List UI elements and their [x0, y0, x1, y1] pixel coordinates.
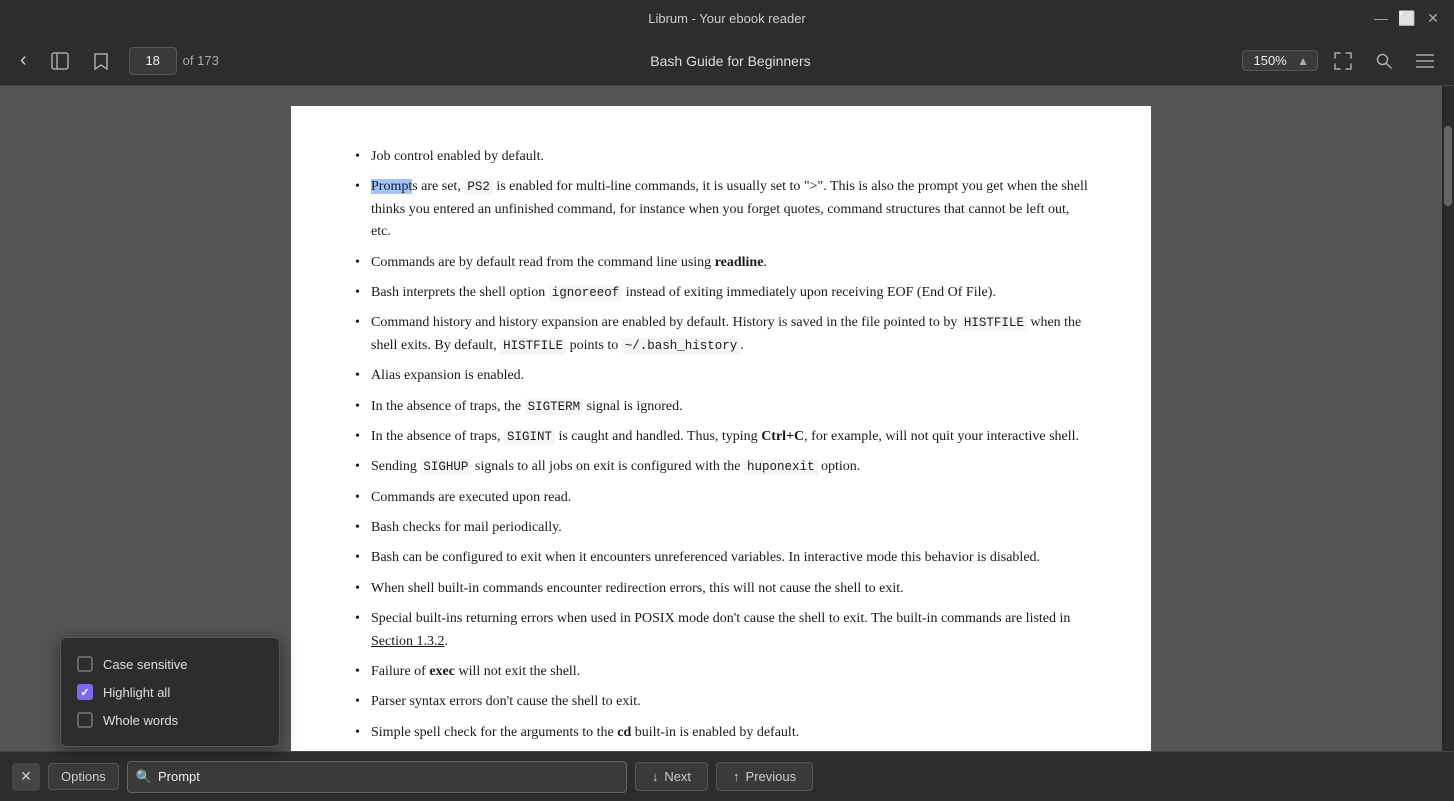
next-label: Next [664, 769, 691, 784]
sidebar-toggle-button[interactable] [43, 46, 77, 76]
bookmark-button[interactable] [85, 46, 117, 76]
case-sensitive-label: Case sensitive [103, 657, 188, 672]
menu-button[interactable] [1408, 48, 1442, 74]
window-controls: — ⬜ ✕ [1372, 9, 1442, 27]
search-icon [1376, 53, 1392, 69]
list-item: Failure of exec will not exit the shell. [351, 661, 1091, 683]
list-item: Sending SIGHUP signals to all jobs on ex… [351, 456, 1091, 478]
list-item: Bash can be configured to exit when it e… [351, 547, 1091, 569]
highlight-all-label: Highlight all [103, 685, 170, 700]
page-content: Job control enabled by default. Prompts … [291, 106, 1151, 751]
list-item: Special built-ins returning errors when … [351, 608, 1091, 653]
zoom-level: 150% [1249, 53, 1291, 68]
prev-result-button[interactable]: ↑ Previous [716, 762, 813, 791]
list-item: Job control enabled by default. [351, 146, 1091, 168]
content-list: Job control enabled by default. Prompts … [351, 146, 1091, 751]
search-input[interactable] [158, 769, 618, 784]
list-item: Bash interprets the shell option ignoree… [351, 282, 1091, 304]
list-item: Bash checks for mail periodically. [351, 517, 1091, 539]
whole-words-checkbox[interactable] [77, 712, 93, 728]
fullscreen-button[interactable] [1326, 46, 1360, 76]
highlight-all-option: Highlight all [77, 678, 263, 706]
list-item: When shell built-in commands encounter r… [351, 578, 1091, 600]
prev-icon: ↑ [733, 769, 740, 784]
search-button[interactable] [1368, 47, 1400, 75]
minimize-button[interactable]: — [1372, 9, 1390, 27]
list-item: Prompts are set, PS2 is enabled for mult… [351, 176, 1091, 243]
list-item: In the absence of traps, SIGINT is caugh… [351, 426, 1091, 448]
close-button[interactable]: ✕ [1424, 9, 1442, 27]
prev-label: Previous [746, 769, 797, 784]
page-number-input[interactable]: 18 [129, 47, 177, 75]
case-sensitive-option: Case sensitive [77, 650, 263, 678]
search-bar: ✕ Options 🔍 ↓ Next ↑ Previous [0, 751, 1454, 801]
search-options-button[interactable]: Options [48, 763, 119, 790]
back-button[interactable]: ‹ [12, 43, 35, 78]
case-sensitive-checkbox[interactable] [77, 656, 93, 672]
list-item: Alias expansion is enabled. [351, 365, 1091, 387]
sidebar-icon [51, 52, 69, 70]
highlight-all-checkbox[interactable] [77, 684, 93, 700]
search-close-button[interactable]: ✕ [12, 763, 40, 791]
list-item: Parser syntax errors don't cause the she… [351, 691, 1091, 713]
whole-words-option: Whole words [77, 706, 263, 734]
options-popup: Case sensitive Highlight all Whole words [60, 637, 280, 747]
list-item: Commands are executed upon read. [351, 487, 1091, 509]
maximize-button[interactable]: ⬜ [1398, 9, 1416, 27]
scrollbar-thumb[interactable] [1444, 126, 1452, 206]
list-item: Simple spell check for the arguments to … [351, 722, 1091, 744]
toolbar: ‹ 18 of 173 Bash Guide for Beginners 150… [0, 36, 1454, 86]
scrollbar-track[interactable] [1442, 86, 1454, 751]
book-title: Bash Guide for Beginners [650, 53, 810, 69]
fullscreen-icon [1334, 52, 1352, 70]
list-item: Command history and history expansion ar… [351, 312, 1091, 357]
page-total: of 173 [183, 53, 219, 68]
title-bar: Librum - Your ebook reader — ⬜ ✕ [0, 0, 1454, 36]
zoom-up-button[interactable]: ▲ [1295, 54, 1311, 68]
toolbar-center: Bash Guide for Beginners [227, 53, 1234, 69]
search-small-icon: 🔍 [136, 769, 152, 785]
bookmark-icon [93, 52, 109, 70]
search-input-wrapper: 🔍 [127, 761, 627, 793]
menu-icon [1416, 54, 1434, 68]
toolbar-right: 150% ▲ [1242, 46, 1442, 76]
next-icon: ↓ [652, 769, 659, 784]
app-title: Librum - Your ebook reader [648, 11, 806, 26]
highlight-prompts: Prompt [371, 179, 412, 194]
next-result-button[interactable]: ↓ Next [635, 762, 708, 791]
page-navigation: 18 of 173 [129, 47, 219, 75]
whole-words-label: Whole words [103, 713, 178, 728]
list-item: In the absence of traps, the SIGTERM sig… [351, 396, 1091, 418]
section-link-1-3-2[interactable]: Section 1.3.2 [371, 634, 445, 649]
list-item: Commands are by default read from the co… [351, 252, 1091, 274]
zoom-control: 150% ▲ [1242, 50, 1318, 71]
